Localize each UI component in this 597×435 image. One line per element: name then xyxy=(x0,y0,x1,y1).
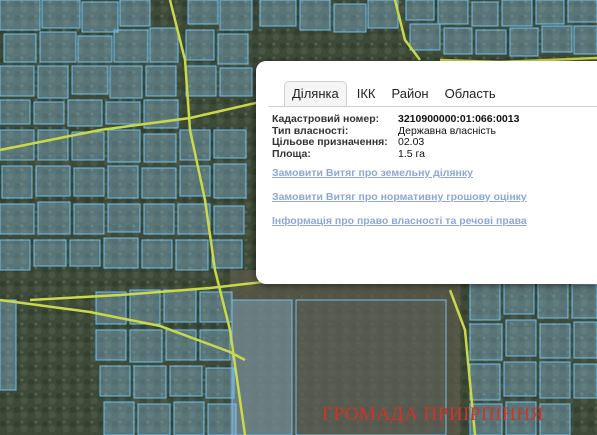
field-cadastral-number: Кадастровий номер: 3210900000:01:066:001… xyxy=(272,113,520,126)
tab-region[interactable]: Область xyxy=(437,82,504,107)
tab-divider xyxy=(268,106,597,107)
parcel-info-popup: Ділянка ІКК Район Область Кадастровий но… xyxy=(256,61,597,284)
watermark: ГРОМАДА ПРИІРПІННЯ xyxy=(322,404,544,425)
field-value: 1.5 га xyxy=(398,147,425,160)
tab-parcel[interactable]: Ділянка xyxy=(284,81,347,107)
order-parcel-extract-link[interactable]: Замовити Витяг про земельну ділянку xyxy=(272,167,527,179)
field-label: Площа: xyxy=(272,147,311,160)
field-value: 3210900000:01:066:0013 xyxy=(398,113,520,125)
field-value: 02.03 xyxy=(398,136,425,148)
order-valuation-extract-link[interactable]: Замовити Витяг про нормативну грошову оц… xyxy=(272,191,527,203)
field-purpose: Цільове призначення: 02.03 xyxy=(272,136,519,149)
field-label: Кадастровий номер: xyxy=(272,113,380,125)
popup-tabs: Ділянка ІКК Район Область xyxy=(284,77,504,107)
tab-district[interactable]: Район xyxy=(383,82,436,107)
field-area: Площа: 1.5 га xyxy=(272,147,519,161)
tab-ikk[interactable]: ІКК xyxy=(349,82,384,107)
popup-links: Замовити Витяг про земельну ділянку Замо… xyxy=(272,167,527,239)
parcel-fields: Кадастровий номер: 3210900000:01:066:001… xyxy=(272,113,520,161)
field-label: Цільове призначення: xyxy=(272,136,388,148)
ownership-info-link[interactable]: Інформація про право власності та речові… xyxy=(272,215,527,227)
